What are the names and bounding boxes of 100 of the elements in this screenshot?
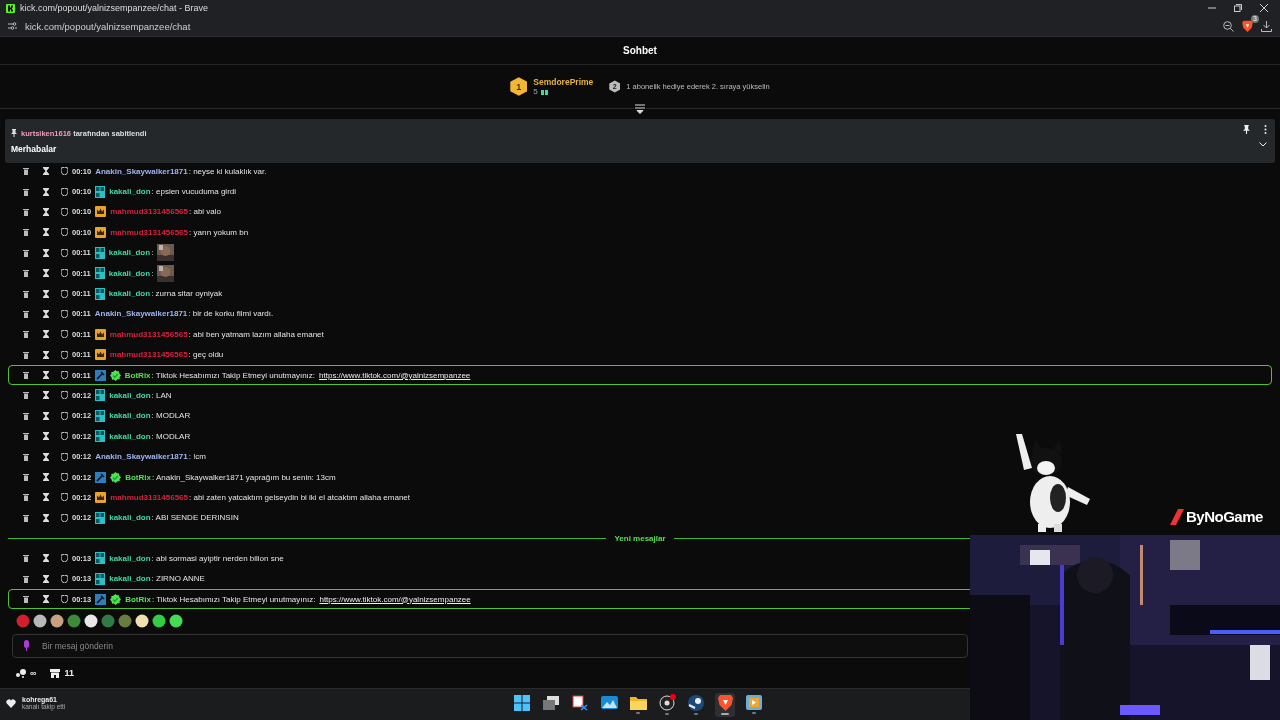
shield-icon[interactable] [61,289,68,298]
collapse-button[interactable] [634,104,646,114]
windows-logo-icon[interactable] [514,694,530,711]
shield-icon[interactable] [61,309,68,318]
recording-icon[interactable] [658,694,676,711]
message-input[interactable]: Bir mesaj gönderin [12,634,968,658]
username[interactable]: Anakin_Skaywalker1871 [95,452,188,462]
message-link[interactable]: https://www.tiktok.com/@yalnizsempanzee [319,594,471,604]
trash-icon[interactable] [23,513,29,522]
shield-icon[interactable] [61,371,68,380]
trash-icon[interactable] [23,432,29,441]
username[interactable]: kakali_don [109,431,151,441]
emote-icon[interactable] [84,614,98,628]
hourglass-icon[interactable] [43,269,49,278]
shield-icon[interactable] [61,473,68,482]
trash-icon[interactable] [23,554,29,563]
hourglass-icon[interactable] [43,309,49,318]
shield-icon[interactable] [61,432,68,441]
username[interactable]: mahmud3131456565 [110,492,188,502]
hourglass-icon[interactable] [43,554,49,563]
store-button[interactable]: 11 [50,668,74,678]
username[interactable]: mahmud3131456565 [109,350,188,360]
hourglass-icon[interactable] [43,432,49,441]
username[interactable]: kakali_don [109,411,151,421]
points-button[interactable]: ∞ [16,668,37,678]
emote-icon[interactable] [135,614,149,628]
hourglass-icon[interactable] [43,452,49,461]
trash-icon[interactable] [23,309,29,318]
hourglass-icon[interactable] [43,513,49,522]
username[interactable]: kakali_don [108,248,151,258]
trash-icon[interactable] [23,330,29,339]
hourglass-icon[interactable] [43,248,49,257]
username[interactable]: Anakin_Skaywalker1871 [95,166,188,176]
shield-icon[interactable] [61,595,68,603]
username[interactable]: kakali_don [109,574,151,584]
trash-icon[interactable] [23,350,29,359]
shield-icon[interactable] [61,269,68,278]
windows-stack-icon[interactable] [543,695,559,710]
hourglass-icon[interactable] [43,574,49,583]
username[interactable]: mahmud3131456565 [110,207,188,217]
close-icon[interactable] [1260,4,1268,12]
username[interactable]: mahmud3131456565 [110,227,188,237]
download-icon[interactable] [1261,20,1272,32]
hourglass-icon[interactable] [43,411,49,420]
trash-icon[interactable] [23,228,29,237]
hourglass-icon[interactable] [43,391,49,400]
emote-icon[interactable] [152,614,166,628]
trash-icon[interactable] [23,289,29,298]
emote-icon[interactable] [50,614,64,628]
shield-icon[interactable] [61,228,68,237]
hourglass-icon[interactable] [43,289,49,298]
trash-icon[interactable] [23,167,29,176]
trash-icon[interactable] [23,574,29,583]
shield-icon[interactable] [61,452,68,461]
trash-icon[interactable] [23,371,29,380]
folder-icon[interactable] [629,695,647,710]
hourglass-icon[interactable] [43,228,49,237]
shield-icon[interactable] [61,248,68,257]
trash-icon[interactable] [23,595,29,603]
trash-icon[interactable] [23,207,29,216]
shield-icon[interactable] [61,207,68,216]
taskbar-button[interactable] [657,692,677,717]
site-settings-icon[interactable] [8,22,17,30]
username[interactable]: kakali_don [108,289,151,299]
hourglass-icon[interactable] [43,371,49,380]
trash-icon[interactable] [23,391,29,400]
username[interactable]: kakali_don [109,553,151,563]
username[interactable]: BotRix [125,594,151,604]
photos-icon[interactable] [600,696,618,709]
shield-icon[interactable] [61,350,68,359]
username[interactable]: BotRix [124,370,151,380]
shield-icon[interactable] [61,554,68,563]
trash-icon[interactable] [23,248,29,257]
chevron-down-icon[interactable] [1259,142,1267,147]
restore-icon[interactable] [1234,4,1242,12]
shield-icon[interactable] [61,411,68,420]
hourglass-icon[interactable] [43,473,49,482]
username[interactable]: BotRix [125,472,151,482]
lion-shield-icon[interactable] [1242,20,1253,32]
address-field[interactable]: kick.com/popout/yalnizsempanzee/chat [25,20,1215,32]
hourglass-icon[interactable] [43,595,49,603]
steam-icon[interactable] [688,694,704,711]
shield-icon[interactable] [61,513,68,522]
snipping-tool-icon[interactable] [572,694,588,711]
shield-icon[interactable] [61,167,68,176]
emote-icon[interactable] [33,614,47,628]
hourglass-icon[interactable] [43,167,49,176]
emote-icon[interactable] [169,614,183,628]
hourglass-icon[interactable] [43,187,49,196]
pin-icon[interactable] [1243,125,1250,134]
more-icon[interactable] [1264,125,1267,134]
hourglass-icon[interactable] [43,493,49,502]
zoom-out-icon[interactable] [1223,20,1234,32]
trash-icon[interactable] [23,473,29,482]
message-link[interactable]: https://www.tiktok.com/@yalnizsempanzee [319,370,471,380]
taskbar-button[interactable] [715,692,735,717]
username[interactable]: kakali_don [109,513,151,523]
trash-icon[interactable] [23,269,29,278]
hourglass-icon[interactable] [43,207,49,216]
trash-icon[interactable] [23,493,29,502]
